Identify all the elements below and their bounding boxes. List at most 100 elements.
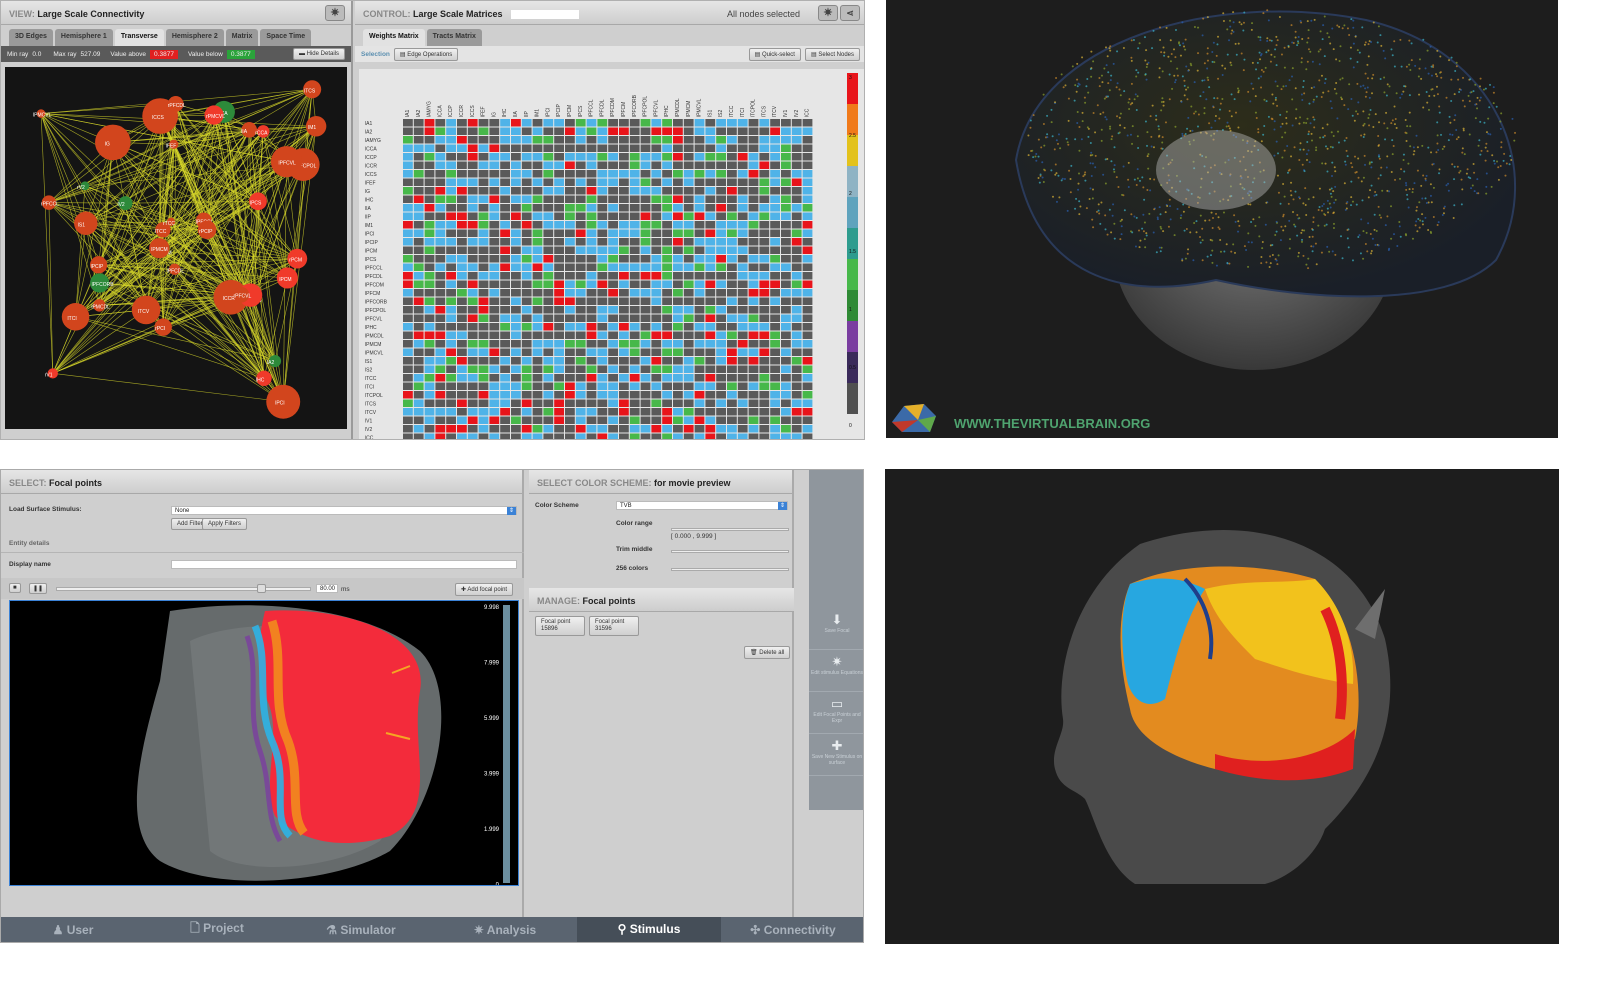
matrix-cell[interactable]	[467, 425, 478, 433]
matrix-cell[interactable]	[511, 391, 521, 399]
matrix-cell[interactable]	[651, 238, 662, 246]
matrix-cell[interactable]	[446, 204, 456, 212]
matrix-cell[interactable]	[597, 136, 608, 144]
matrix-cell[interactable]	[608, 212, 618, 221]
matrix-cell[interactable]	[759, 382, 770, 391]
matrix-row-label[interactable]: lTCS	[365, 402, 377, 408]
matrix-cell[interactable]	[770, 382, 780, 391]
matrix-cell[interactable]	[467, 365, 478, 374]
matrix-cell[interactable]	[716, 391, 726, 399]
matrix-cell[interactable]	[662, 391, 672, 399]
matrix-cell[interactable]	[457, 382, 467, 391]
min-ray-value[interactable]: 0.0	[32, 51, 41, 58]
matrix-cell[interactable]	[759, 144, 770, 153]
matrix-cell[interactable]	[424, 297, 435, 306]
matrix-cell[interactable]	[413, 161, 424, 170]
matrix-cell[interactable]	[424, 195, 435, 204]
weights-matrix[interactable]: lA1 lA2 lAMYG lCCA lCCP lCCR lCCS lFEF lG lHC lIA l…	[359, 69, 864, 439]
matrix-cell[interactable]	[640, 195, 651, 204]
matrix-cell[interactable]	[435, 306, 446, 314]
matrix-cell[interactable]	[543, 144, 554, 153]
matrix-cell[interactable]	[543, 119, 554, 127]
matrix-cell[interactable]	[575, 374, 586, 382]
matrix-cell[interactable]	[554, 314, 564, 323]
matrix-cell[interactable]	[802, 365, 813, 374]
matrix-cell[interactable]	[748, 374, 759, 382]
matrix-cell[interactable]	[565, 348, 575, 357]
matrix-cell[interactable]	[521, 161, 532, 170]
matrix-cell[interactable]	[435, 280, 446, 289]
matrix-cell[interactable]	[673, 357, 683, 365]
matrix-cell[interactable]	[457, 433, 467, 440]
matrix-cell[interactable]	[791, 263, 802, 272]
matrix-cell[interactable]	[640, 280, 651, 289]
matrix-row-label[interactable]: lPFCPOL	[365, 308, 386, 314]
matrix-col-label[interactable]: lPCM	[567, 105, 573, 117]
matrix-cell[interactable]	[403, 161, 413, 170]
time-input[interactable]: 80.00	[316, 584, 338, 593]
matrix-cell[interactable]	[467, 272, 478, 280]
matrix-cell[interactable]	[424, 391, 435, 399]
matrix-cell[interactable]	[705, 314, 716, 323]
matrix-cell[interactable]	[586, 425, 597, 433]
matrix-cell[interactable]	[446, 408, 456, 416]
side-action-button[interactable]: ⬇ Save Focal	[809, 608, 863, 650]
matrix-cell[interactable]	[791, 323, 802, 331]
matrix-cell[interactable]	[554, 255, 564, 263]
matrix-cell[interactable]	[435, 204, 446, 212]
matrix-cell[interactable]	[629, 340, 640, 348]
matrix-cell[interactable]	[575, 323, 586, 331]
matrix-cell[interactable]	[467, 391, 478, 399]
matrix-cell[interactable]	[727, 374, 737, 382]
matrix-cell[interactable]	[532, 187, 543, 195]
matrix-cell[interactable]	[802, 187, 813, 195]
matrix-cell[interactable]	[640, 365, 651, 374]
matrix-cell[interactable]	[737, 365, 748, 374]
matrix-cell[interactable]	[511, 119, 521, 127]
matrix-cell[interactable]	[565, 246, 575, 255]
matrix-cell[interactable]	[683, 221, 694, 229]
matrix-cell[interactable]	[759, 170, 770, 178]
matrix-cell[interactable]	[554, 374, 564, 382]
matrix-cell[interactable]	[413, 340, 424, 348]
matrix-cell[interactable]	[629, 170, 640, 178]
matrix-cell[interactable]	[619, 212, 629, 221]
matrix-cell[interactable]	[597, 187, 608, 195]
matrix-cell[interactable]	[705, 238, 716, 246]
matrix-cell[interactable]	[478, 297, 489, 306]
matrix-cell[interactable]	[403, 229, 413, 238]
matrix-cell[interactable]	[759, 221, 770, 229]
matrix-cell[interactable]	[424, 229, 435, 238]
matrix-cell[interactable]	[597, 170, 608, 178]
matrix-cell[interactable]	[727, 357, 737, 365]
matrix-cell[interactable]	[791, 127, 802, 136]
matrix-cell[interactable]	[791, 229, 802, 238]
matrix-cell[interactable]	[457, 391, 467, 399]
matrix-cell[interactable]	[608, 433, 618, 440]
delete-all-button[interactable]: 🗑 Delete all	[744, 646, 791, 659]
matrix-cell[interactable]	[608, 263, 618, 272]
matrix-cell[interactable]	[500, 221, 510, 229]
matrix-cell[interactable]	[694, 119, 705, 127]
matrix-cell[interactable]	[662, 331, 672, 340]
side-action-button[interactable]: ▭ Edit Focal Points and Expr	[809, 692, 863, 734]
matrix-cell[interactable]	[694, 331, 705, 340]
matrix-cell[interactable]	[467, 161, 478, 170]
matrix-cell[interactable]	[781, 161, 791, 170]
control-tab[interactable]: Weights Matrix	[363, 29, 425, 46]
matrix-cell[interactable]	[467, 195, 478, 204]
matrix-cell[interactable]	[673, 306, 683, 314]
matrix-cell[interactable]	[489, 204, 500, 212]
matrix-cell[interactable]	[791, 204, 802, 212]
matrix-cell[interactable]	[748, 187, 759, 195]
matrix-cell[interactable]	[597, 399, 608, 408]
matrix-cell[interactable]	[489, 187, 500, 195]
matrix-cell[interactable]	[565, 272, 575, 280]
matrix-cell[interactable]	[727, 263, 737, 272]
matrix-cell[interactable]	[597, 348, 608, 357]
matrix-cell[interactable]	[543, 229, 554, 238]
matrix-cell[interactable]	[781, 119, 791, 127]
matrix-cell[interactable]	[511, 204, 521, 212]
matrix-cell[interactable]	[640, 416, 651, 425]
nav-analysis[interactable]: ✷ Analysis	[433, 923, 577, 937]
